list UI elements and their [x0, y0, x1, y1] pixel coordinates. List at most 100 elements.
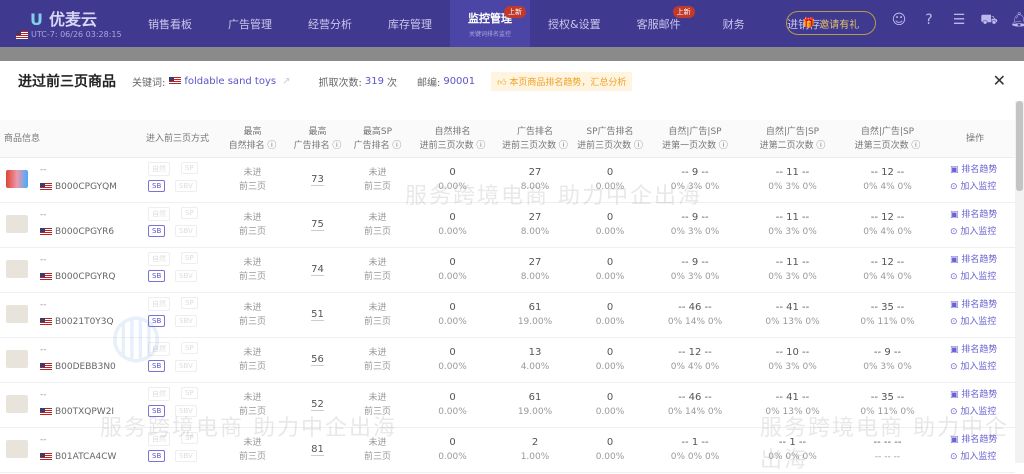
table-cell: 0 0.00%: [410, 301, 495, 329]
action-label: 排名趋势: [961, 435, 998, 445]
nav-item-2[interactable]: 经营分析: [290, 0, 370, 47]
scrollbar-thumb[interactable]: [1016, 101, 1023, 191]
cell-line: 19.00%: [517, 317, 553, 327]
cell-line: 0.00%: [595, 317, 625, 327]
nav-item-1[interactable]: 广告管理: [210, 0, 290, 47]
cart-icon[interactable]: ⛟: [980, 12, 998, 34]
nav-label: 授权&设置: [548, 17, 601, 31]
cell-line: 前三页: [363, 452, 391, 462]
cell-line: 0: [449, 302, 456, 313]
product-thumbnail[interactable]: [6, 350, 28, 368]
best-ad-rank-value[interactable]: 51: [311, 309, 324, 321]
add-monitor-link[interactable]: ⊙ 加入监控: [950, 449, 996, 462]
nav-item-4[interactable]: 监控管理 关键词排名监控 上新: [450, 0, 530, 47]
best-ad-rank-value[interactable]: 52: [311, 399, 324, 411]
add-monitor-link[interactable]: ⊙ 加入监控: [950, 314, 996, 327]
nav-item-7[interactable]: 财务: [699, 0, 769, 47]
add-monitor-link[interactable]: ⊙ 加入监控: [950, 359, 996, 372]
best-ad-rank-value[interactable]: 81: [311, 444, 324, 456]
product-thumbnail[interactable]: [6, 215, 28, 233]
entry-tag-sb: SB: [148, 450, 166, 462]
entry-tag-sbv: SBV: [175, 180, 197, 192]
table-row: -- B00TXQPW2I 自然 SP SB SBV 未进 前三页 52 未进 前三页 0 0.00% 6…: [0, 383, 1015, 428]
best-ad-rank[interactable]: 75: [290, 218, 345, 232]
product-thumbnail[interactable]: [6, 440, 28, 458]
nav-item-0[interactable]: 销售看板: [130, 0, 210, 47]
cell-line: 前三页: [238, 317, 266, 327]
nav-item-3[interactable]: 库存管理: [370, 0, 450, 47]
cell-line: 未进: [368, 303, 387, 313]
add-monitor-link[interactable]: ⊙ 加入监控: [950, 224, 996, 237]
nav-item-5[interactable]: 授权&设置: [530, 0, 619, 47]
nav-item-6[interactable]: 客服邮件 上新: [619, 0, 699, 47]
add-monitor-link[interactable]: ⊙ 加入监控: [950, 269, 996, 282]
target-icon: ⊙: [950, 452, 961, 462]
asin[interactable]: B00DEBB3N0: [40, 362, 116, 372]
close-icon[interactable]: ✕: [993, 71, 1006, 90]
bell-icon[interactable]: 🔔︎: [1010, 12, 1024, 34]
chart-icon: ▣: [950, 390, 962, 400]
product-thumbnail[interactable]: [6, 395, 28, 413]
table-cell: 未进 前三页: [215, 256, 290, 284]
rank-trend-link[interactable]: ▣ 排名趋势: [950, 207, 997, 220]
cell-line: 1.00%: [520, 452, 550, 462]
column-header-line: 最高: [243, 127, 262, 137]
best-ad-rank[interactable]: 52: [290, 398, 345, 412]
column-header-line: 自然|广告|SP: [860, 127, 915, 137]
support-icon[interactable]: ☺: [890, 12, 908, 34]
help-icon[interactable]: ?: [920, 12, 938, 34]
rank-trend-link[interactable]: ▣ 排名趋势: [950, 432, 997, 445]
column-header-line: 进第三页次数 ⓘ: [854, 141, 921, 151]
keyword-link[interactable]: foldable sand toys: [184, 76, 276, 87]
best-ad-rank-value[interactable]: 56: [311, 354, 324, 366]
action-label: 加入监控: [960, 227, 997, 237]
external-link-icon[interactable]: ↗: [282, 76, 290, 87]
best-ad-rank[interactable]: 51: [290, 308, 345, 322]
cell-line: 前三页: [238, 452, 266, 462]
best-ad-rank[interactable]: 56: [290, 353, 345, 367]
chart-icon: ▣: [950, 345, 962, 355]
add-monitor-link[interactable]: ⊙ 加入监控: [950, 404, 996, 417]
nav-label: 经营分析: [308, 17, 352, 31]
table-cell: 0 0.00%: [575, 436, 645, 464]
trend-summary-link[interactable]: 👍︎ 本页商品排名趋势，汇总分析: [491, 71, 633, 91]
rank-trend-link[interactable]: ▣ 排名趋势: [950, 297, 997, 310]
product-thumbnail[interactable]: [6, 170, 28, 188]
asin[interactable]: B00TXQPW2I: [40, 407, 114, 417]
cell-line: 0% 11% 0%: [860, 317, 915, 327]
entry-tag-sb: SB: [148, 270, 166, 282]
asin[interactable]: B01ATCA4CW: [40, 452, 116, 462]
table-cell: 27 8.00%: [495, 166, 575, 194]
best-ad-rank[interactable]: 74: [290, 263, 345, 277]
best-ad-rank[interactable]: 81: [290, 443, 345, 457]
best-ad-rank-value[interactable]: 73: [311, 174, 324, 186]
rank-trend-link[interactable]: ▣ 排名趋势: [950, 162, 997, 175]
product-thumbnail[interactable]: [6, 260, 28, 278]
best-ad-rank[interactable]: 73: [290, 173, 345, 187]
entry-tag-sp: SP: [181, 162, 198, 174]
product-title: --: [40, 345, 47, 355]
scrollbar[interactable]: [1015, 101, 1024, 463]
message-icon[interactable]: ☰: [950, 12, 968, 34]
column-header-line: 自然排名 ⓘ: [228, 141, 277, 151]
rank-trend-link[interactable]: ▣ 排名趋势: [950, 387, 997, 400]
rank-trend-link[interactable]: ▣ 排名趋势: [950, 342, 997, 355]
cell-line: 4.00%: [520, 362, 550, 372]
table-cell: -- 12 -- 0% 4% 0%: [645, 346, 745, 374]
invite-button[interactable]: 🎁 邀请有礼: [786, 11, 876, 35]
table-cell: 27 8.00%: [495, 211, 575, 239]
best-ad-rank-value[interactable]: 74: [311, 264, 324, 276]
table-cell: -- 11 -- 0% 3% 0%: [745, 211, 840, 239]
rank-trend-link[interactable]: ▣ 排名趋势: [950, 252, 997, 265]
cell-line: 0: [606, 302, 614, 313]
asin[interactable]: B000CPGYQM: [40, 182, 117, 192]
asin[interactable]: B0021T0Y3Q: [40, 317, 114, 327]
app-logo[interactable]: U 优麦云: [30, 6, 97, 30]
asin[interactable]: B000CPGYRQ: [40, 272, 115, 282]
table-cell: -- 41 -- 0% 13% 0%: [745, 391, 840, 419]
asin[interactable]: B000CPGYR6: [40, 227, 114, 237]
add-monitor-link[interactable]: ⊙ 加入监控: [950, 179, 996, 192]
best-ad-rank-value[interactable]: 75: [311, 219, 324, 231]
column-header: 自然排名 进前三页次数 ⓘ: [410, 125, 495, 153]
product-thumbnail[interactable]: [6, 305, 28, 323]
